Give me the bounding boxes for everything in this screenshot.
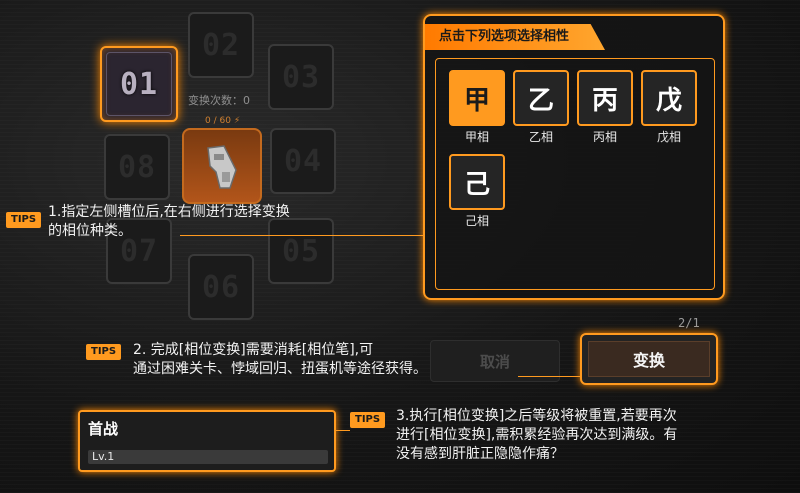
option-wu-glyph: 戊 [655,85,682,116]
energy-counter: 0 / 60 ⚡ [205,116,240,126]
energy-value: 0 / 60 [205,116,231,126]
option-jia-label: 甲相 [464,130,489,144]
slot-number: 08 [117,149,157,185]
option-ji-label: 己相 [464,214,489,228]
phase-select-panel: 点击下列选项选择相性 甲 甲相 乙 乙相 丙 丙相 戊 戊相 己 己相 [423,14,725,300]
transform-button[interactable]: 变换 [580,333,718,385]
tip-3-connector [336,430,350,431]
tip-2-line-1: 2. 完成[相位变换]需要消耗[相位笔],可 [133,342,374,358]
slot-number: 06 [201,269,241,305]
transform-button-label: 变换 [588,341,710,377]
slot-08[interactable]: 08 [104,134,170,200]
level-title: 首战 [88,420,119,438]
level-value: Lv.1 [92,450,115,463]
option-ji-glyph: 己 [463,169,490,200]
tip-3-line-1: 3.执行[相位变换]之后等级将被重置,若要再次 [396,408,677,424]
panel-title: 点击下列选项选择相性 [425,24,605,50]
weapon-core [182,128,262,204]
option-yi[interactable]: 乙 [513,70,569,126]
option-yi-label: 乙相 [528,130,553,144]
screen: 02 03 04 05 06 07 08 01 变换次数：0 0 / 60 ⚡ … [0,0,800,493]
tips-badge-3: TIPS [350,412,386,428]
tip-1-line-2: 的相位种类。 [48,223,132,239]
slot-03[interactable]: 03 [268,44,334,110]
level-box: 首战 Lv.1 [78,410,336,472]
tip-1-line-1: 1.指定左侧槽位后,在右侧进行选择变换 [48,204,290,220]
slot-number: 04 [283,143,323,179]
tip-text-3: 3.执行[相位变换]之后等级将被重置,若要再次 进行[相位变换],需积累经验再次… [396,407,677,464]
tip-text-2: 2. 完成[相位变换]需要消耗[相位笔],可 通过困难关卡、悖域回归、扭蛋机等途… [133,341,427,379]
slot-number: 02 [201,27,241,63]
lightning-icon: ⚡ [233,116,241,126]
option-bing-label: 丙相 [592,130,617,144]
option-bing-glyph: 丙 [591,85,618,116]
transform-count: 变换次数：0 [188,94,250,107]
slot-number: 01 [119,66,159,102]
slot-02[interactable]: 02 [188,12,254,78]
page-indicator: 2/1 [678,316,700,330]
option-ji[interactable]: 己 [449,154,505,210]
tip-2-connector [518,376,580,377]
option-bing[interactable]: 丙 [577,70,633,126]
weapon-icon [207,145,237,189]
tips-badge-2: TIPS [86,344,122,360]
slot-01[interactable]: 01 [100,46,178,122]
option-wu[interactable]: 戊 [641,70,697,126]
exp-bar [88,450,328,464]
tip-3-line-3: 没有感到肝脏正隐隐作痛？ [396,446,564,462]
slot-number: 03 [281,59,321,95]
option-jia[interactable]: 甲 [449,70,505,126]
option-yi-glyph: 乙 [527,85,554,116]
tip-3-line-2: 进行[相位变换],需积累经验再次达到满级。有 [396,427,678,443]
slot-04[interactable]: 04 [270,128,336,194]
slot-06[interactable]: 06 [188,254,254,320]
option-jia-glyph: 甲 [463,85,490,116]
option-wu-label: 戊相 [656,130,681,144]
tip-1-connector [180,235,425,236]
tips-badge-1: TIPS [6,212,42,228]
tip-2-line-2: 通过困难关卡、悖域回归、扭蛋机等途径获得。 [133,361,427,377]
